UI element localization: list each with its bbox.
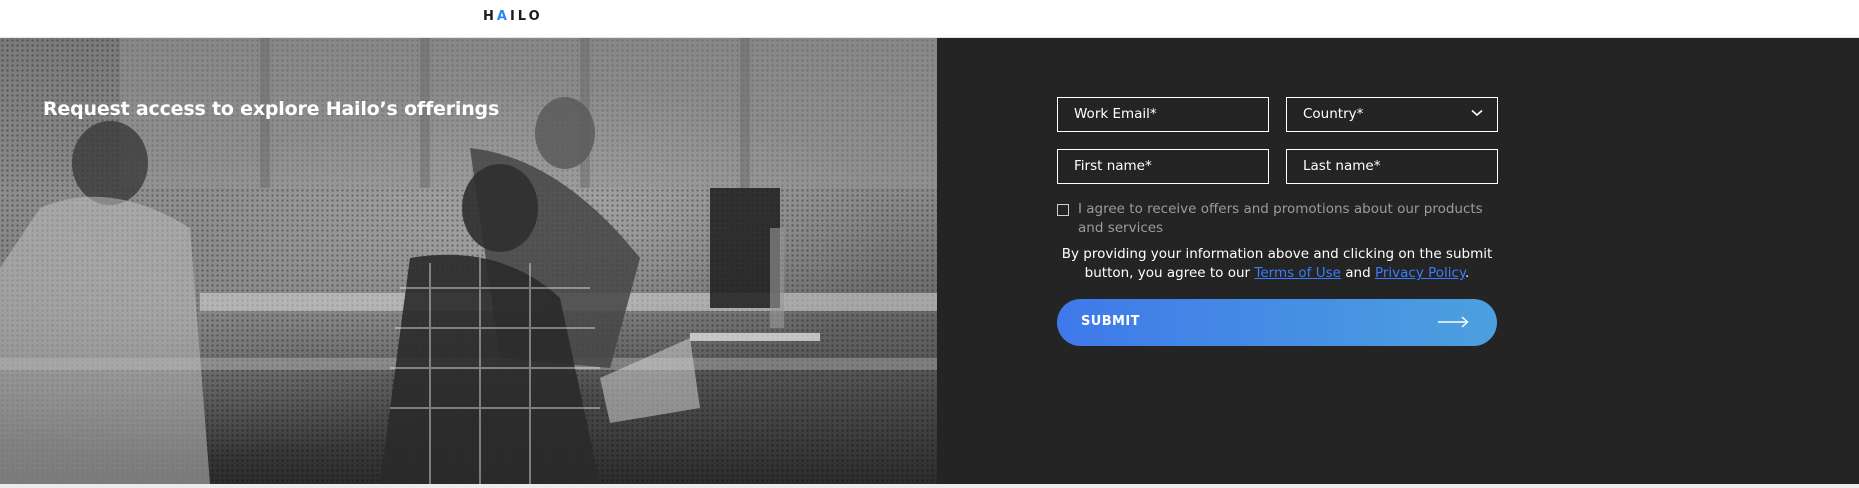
hero-title: Request access to explore Hailo’s offeri…	[43, 98, 500, 120]
hero-image: Request access to explore Hailo’s offeri…	[0, 38, 937, 484]
work-email-field[interactable]: Work Email*	[1057, 97, 1269, 132]
top-bar: HAILO	[0, 0, 1859, 38]
legal-period: .	[1465, 265, 1470, 281]
chevron-down-icon	[1471, 109, 1483, 117]
terms-of-use-link[interactable]: Terms of Use	[1254, 265, 1341, 281]
last-name-field[interactable]: Last name*	[1286, 149, 1498, 184]
country-select-label: Country*	[1303, 106, 1364, 122]
legal-and-text: and	[1345, 265, 1371, 281]
page-bottom-border	[0, 484, 1859, 488]
country-select[interactable]: Country*	[1286, 97, 1498, 132]
hailo-logo[interactable]: HAILO	[483, 9, 543, 24]
submit-label: SUBMIT	[1081, 314, 1140, 329]
privacy-policy-link[interactable]: Privacy Policy	[1375, 265, 1465, 281]
consent-checkbox[interactable]	[1057, 204, 1069, 216]
consent-label: I agree to receive offers and promotions…	[1078, 201, 1483, 236]
arrow-right-icon	[1438, 316, 1469, 328]
request-access-form: Work Email* Country* First name* Last na…	[937, 38, 1859, 484]
legal-notice: By providing your information above and …	[1057, 245, 1497, 283]
first-name-field[interactable]: First name*	[1057, 149, 1269, 184]
submit-button[interactable]: SUBMIT	[1057, 299, 1497, 346]
